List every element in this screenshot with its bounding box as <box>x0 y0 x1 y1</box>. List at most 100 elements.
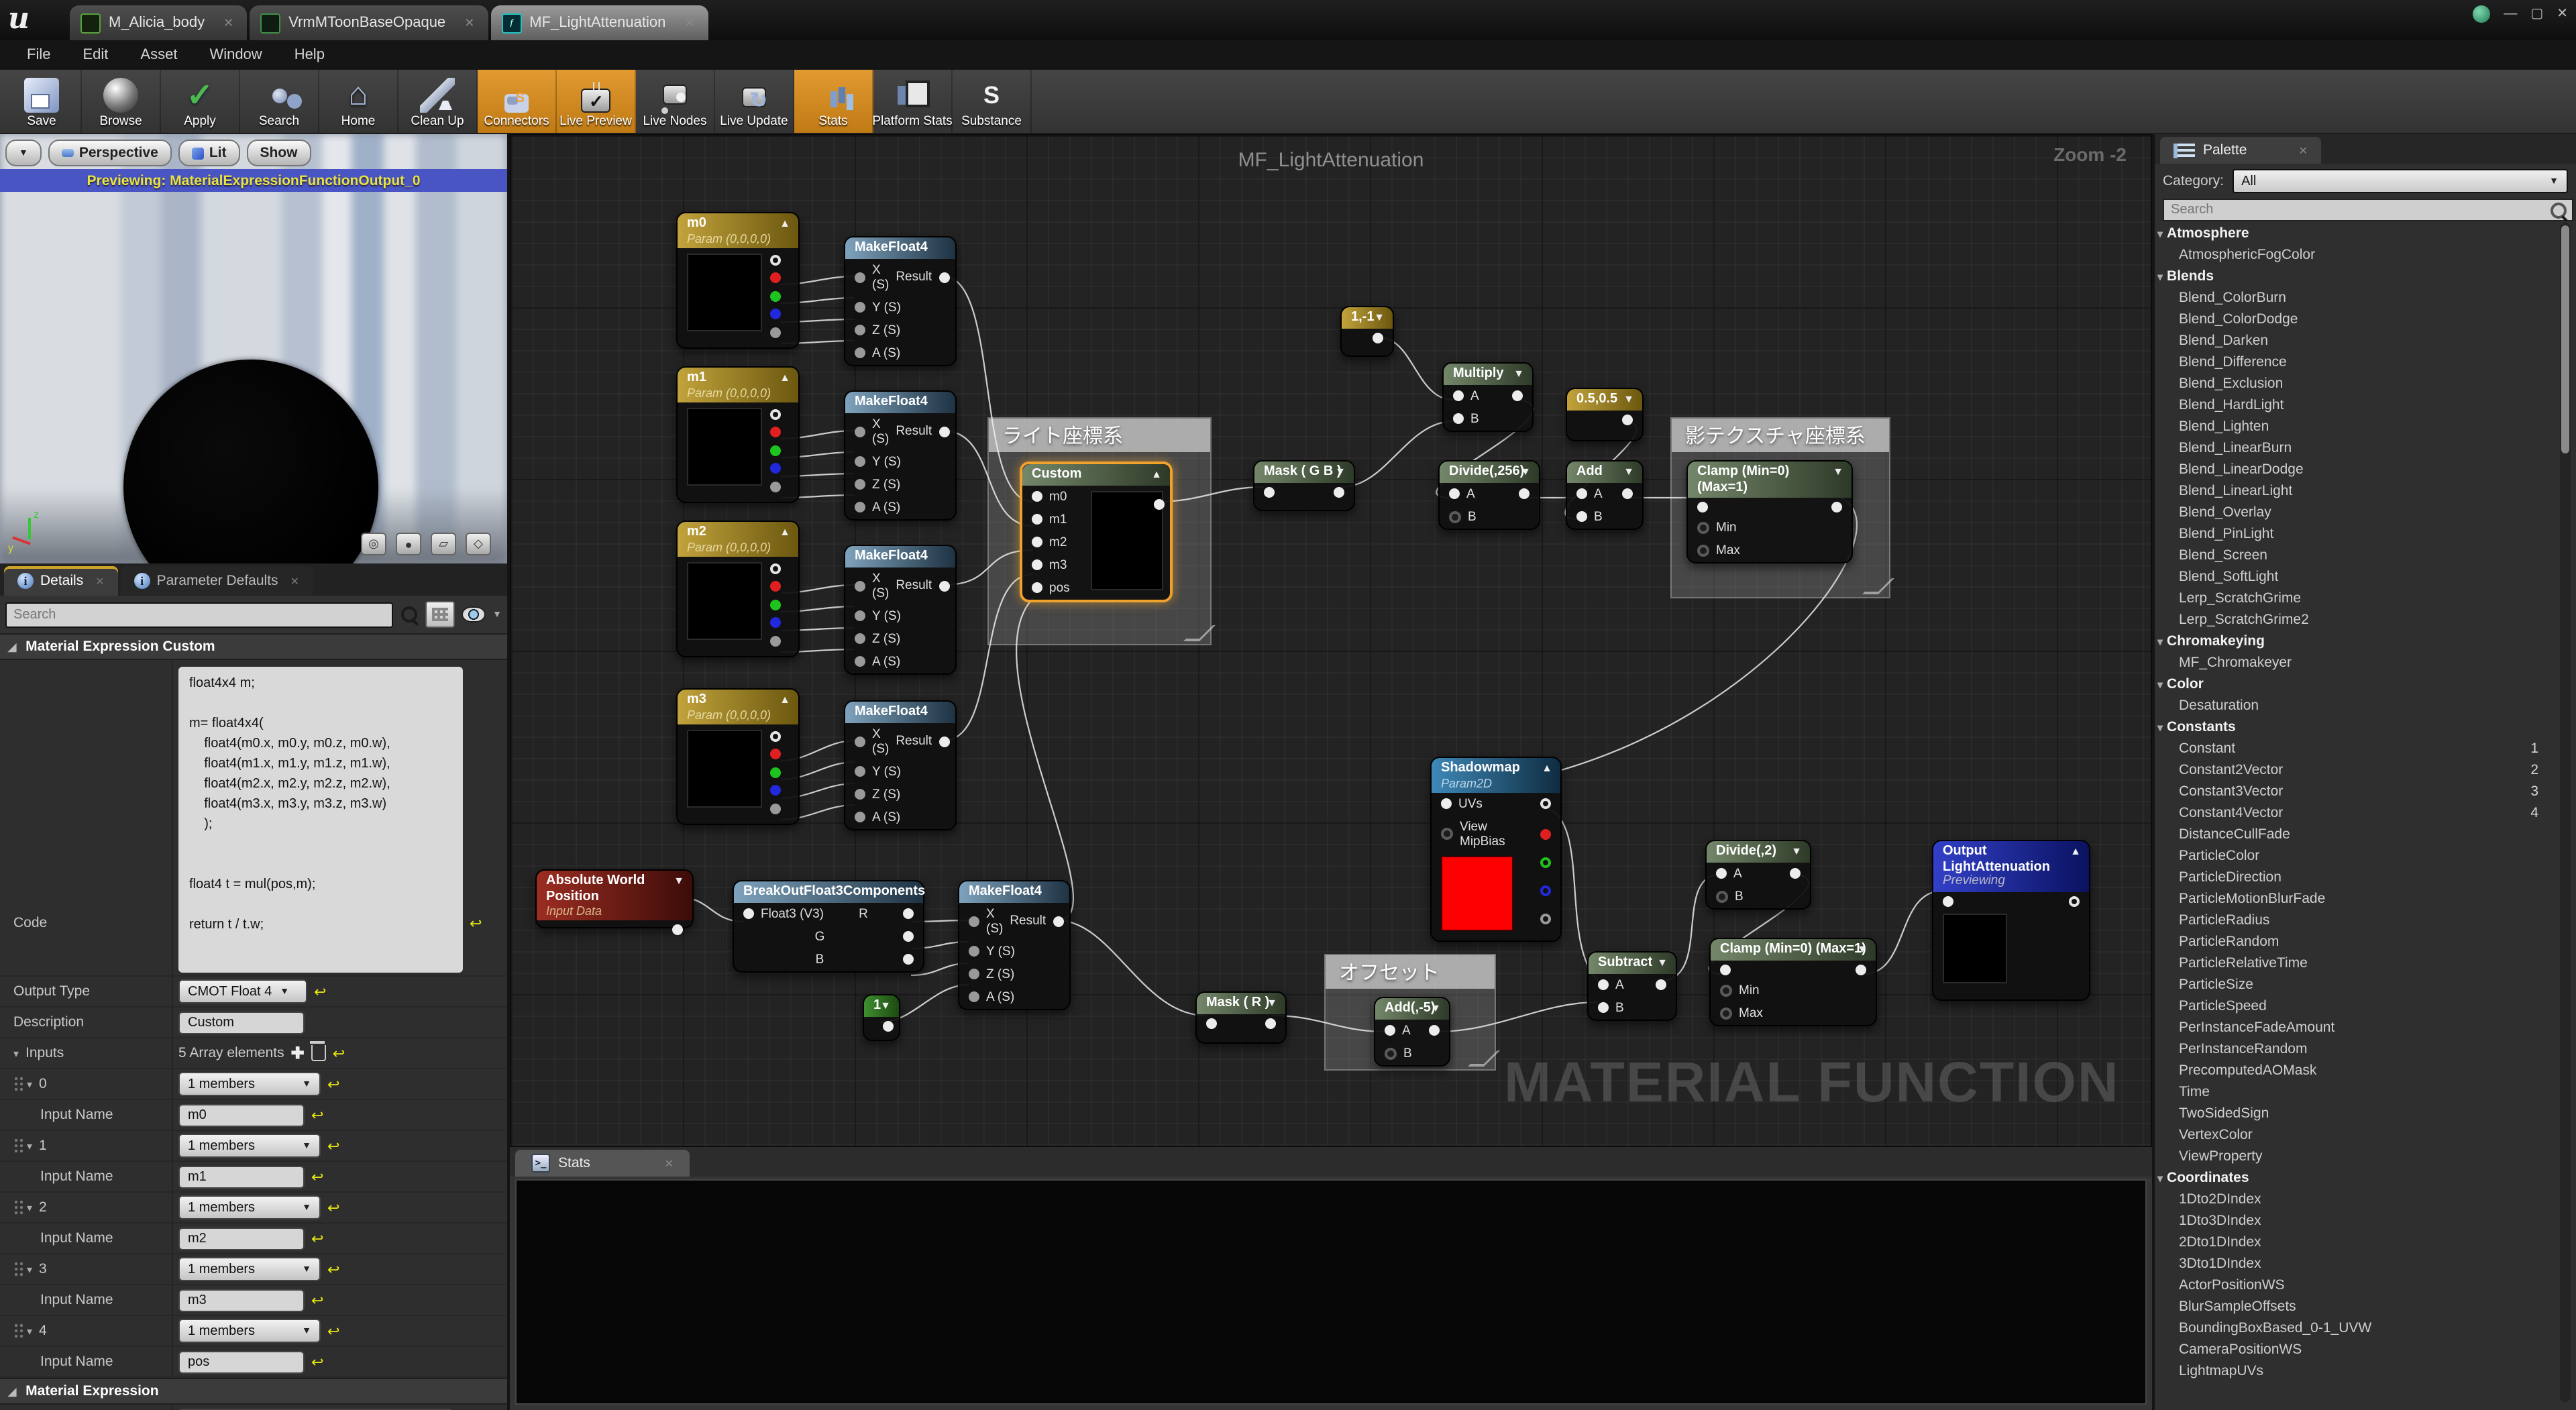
pin-float3-in[interactable] <box>743 908 754 919</box>
stats-output-area[interactable] <box>515 1179 2147 1405</box>
pin-g-out[interactable] <box>770 600 781 610</box>
category-dropdown[interactable]: All ▼ <box>2232 169 2568 193</box>
pin-b-in[interactable] <box>1449 510 1461 523</box>
pin-z-in[interactable] <box>855 325 865 335</box>
palette-item[interactable]: BoundingBoxBased_0-1_UVW <box>2157 1317 2555 1339</box>
scrollbar-thumb[interactable] <box>2561 225 2569 453</box>
sphere-preview-button[interactable]: ● <box>396 533 421 555</box>
toolbar-button[interactable]: Live Preview <box>557 70 636 133</box>
pin-a-in[interactable] <box>1598 979 1609 990</box>
pin-a-in[interactable] <box>969 991 979 1002</box>
pin-a-in[interactable] <box>1453 390 1464 401</box>
node-makefloat4-1[interactable]: MakeFloat4 X (S)Result Y (S) Z (S) A (S) <box>844 236 957 366</box>
pin-y-in[interactable] <box>855 610 865 621</box>
palette-item[interactable]: Color <box>2157 673 2555 695</box>
pin-a-out[interactable] <box>770 636 781 647</box>
pin-y-in[interactable] <box>855 766 865 777</box>
reset-to-default-icon[interactable]: ↩ <box>333 1044 345 1062</box>
collapse-icon[interactable]: ▲ <box>780 372 790 384</box>
input-name-field[interactable]: m0 <box>178 1103 305 1126</box>
show-button[interactable]: Show <box>246 140 311 166</box>
pin-out[interactable] <box>1622 488 1633 499</box>
toolbar-button[interactable]: Substance <box>953 70 1032 133</box>
reset-to-default-icon[interactable]: ↩ <box>327 1322 339 1340</box>
collapse-icon[interactable]: ▼ <box>1657 957 1668 969</box>
node-shadowmap[interactable]: ShadowmapParam2D▲ UVs View MipBias <box>1430 757 1562 942</box>
node-divide-2[interactable]: Divide(,2)▼ A B <box>1705 840 1811 909</box>
expand-triangle-icon[interactable]: ▾ <box>27 1140 32 1152</box>
plane-preview-button[interactable]: ▱ <box>431 533 456 555</box>
node-subtract[interactable]: Subtract▼ A B <box>1587 951 1677 1020</box>
collapse-icon[interactable]: ▼ <box>880 999 891 1012</box>
output-type-dropdown[interactable]: CMOT Float 4 ▼ <box>178 979 307 1004</box>
pin-x-in[interactable] <box>855 736 865 747</box>
pin-out[interactable] <box>672 925 683 936</box>
node-clamp-2[interactable]: Clamp (Min=0) (Max=1)▼ Min Max <box>1709 938 1877 1026</box>
pin-min-in[interactable] <box>1697 522 1709 534</box>
tab-parameter-defaults[interactable]: i Parameter Defaults ✕ <box>121 566 313 596</box>
tab-vrmmtoonbaseopaque[interactable]: VrmMToonBaseOpaque ✕ <box>250 5 488 40</box>
toolbar-button[interactable]: Live Nodes <box>636 70 715 133</box>
pin-b-in[interactable] <box>1576 511 1587 522</box>
pin-out[interactable] <box>1519 488 1529 499</box>
palette-item[interactable]: Blend_LinearLight <box>2157 480 2555 502</box>
palette-item[interactable]: Blend_Screen <box>2157 545 2555 566</box>
inputs-label[interactable]: ▾Inputs <box>0 1045 172 1061</box>
array-index-row[interactable]: ▾ 2 1 members ▼ ↩ <box>0 1193 507 1224</box>
palette-item[interactable]: Atmosphere <box>2157 223 2555 244</box>
close-icon[interactable]: ✕ <box>2299 144 2308 156</box>
pin-z-in[interactable] <box>969 969 979 979</box>
palette-item[interactable]: Lerp_ScratchGrime2 <box>2157 609 2555 631</box>
node-mask-gb[interactable]: Mask ( G B )▼ <box>1253 460 1355 511</box>
chevron-down-icon[interactable]: ▼ <box>492 610 502 619</box>
members-dropdown[interactable]: 1 members ▼ <box>178 1072 321 1096</box>
drag-handle-icon[interactable] <box>13 1323 23 1339</box>
palette-item[interactable]: Time <box>2157 1081 2555 1103</box>
palette-item[interactable]: ParticleRandom <box>2157 931 2555 953</box>
toolbar-button[interactable]: Search <box>240 70 319 133</box>
grid-view-icon[interactable] <box>425 601 455 628</box>
pin-rgba-out[interactable] <box>770 731 781 742</box>
menu-item[interactable]: Edit <box>66 47 124 63</box>
collapse-icon[interactable]: ▼ <box>1430 1002 1441 1014</box>
array-index-row[interactable]: ▾ 0 1 members ▼ ↩ <box>0 1069 507 1100</box>
palette-item[interactable]: Constant2Vector 2 <box>2157 759 2555 781</box>
members-dropdown[interactable]: 1 members ▼ <box>178 1195 321 1219</box>
preview-viewport[interactable]: Previewing: MaterialExpressionFunctionOu… <box>0 134 507 563</box>
array-index-row[interactable]: ▾ 4 1 members ▼ ↩ <box>0 1316 507 1347</box>
pin-b-in[interactable] <box>1598 1002 1609 1013</box>
pin-rgba-out[interactable] <box>770 409 781 420</box>
palette-item[interactable]: Constant4Vector 4 <box>2157 802 2555 824</box>
pin-result-out[interactable] <box>938 426 949 437</box>
maximize-icon[interactable]: ▢ <box>2530 7 2543 21</box>
menu-item[interactable]: Window <box>193 47 278 63</box>
pin-in[interactable] <box>1697 502 1708 512</box>
collapse-icon[interactable]: ▲ <box>780 526 790 538</box>
node-multiply[interactable]: Multiply▼ A B <box>1442 362 1534 431</box>
perspective-button[interactable]: Perspective <box>48 140 172 166</box>
collapse-icon[interactable]: ▼ <box>1791 845 1802 857</box>
palette-item[interactable]: Blend_PinLight <box>2157 523 2555 545</box>
pin-a-out[interactable] <box>1540 914 1551 924</box>
reset-to-default-icon[interactable]: ↩ <box>327 1075 339 1093</box>
pin-y-in[interactable] <box>855 456 865 467</box>
palette-item[interactable]: 2Dto1DIndex <box>2157 1232 2555 1253</box>
members-dropdown[interactable]: 1 members ▼ <box>178 1319 321 1343</box>
pin-a-in[interactable] <box>855 656 865 667</box>
palette-item[interactable]: 1Dto3DIndex <box>2157 1210 2555 1232</box>
pin-x-in[interactable] <box>855 580 865 591</box>
pin-r-out[interactable] <box>770 749 781 760</box>
cylinder-preview-button[interactable]: ◎ <box>361 533 386 555</box>
pin-in[interactable] <box>1720 964 1731 975</box>
pin-z-in[interactable] <box>855 479 865 490</box>
resize-grip-icon[interactable] <box>1468 1050 1500 1067</box>
collapse-icon[interactable]: ▲ <box>1151 468 1162 480</box>
pin-a-in[interactable] <box>1716 868 1727 879</box>
pin-out[interactable] <box>1429 1025 1440 1036</box>
material-graph-canvas[interactable]: MF_LightAttenuation Zoom -2 MATERIAL FUN… <box>510 134 2152 1147</box>
expand-triangle-icon[interactable]: ▾ <box>27 1325 32 1337</box>
pin-rgba-out[interactable] <box>770 255 781 266</box>
pin-result-out[interactable] <box>1053 916 1063 926</box>
pin-x-in[interactable] <box>969 916 979 926</box>
pin-b-in[interactable] <box>1453 413 1464 424</box>
